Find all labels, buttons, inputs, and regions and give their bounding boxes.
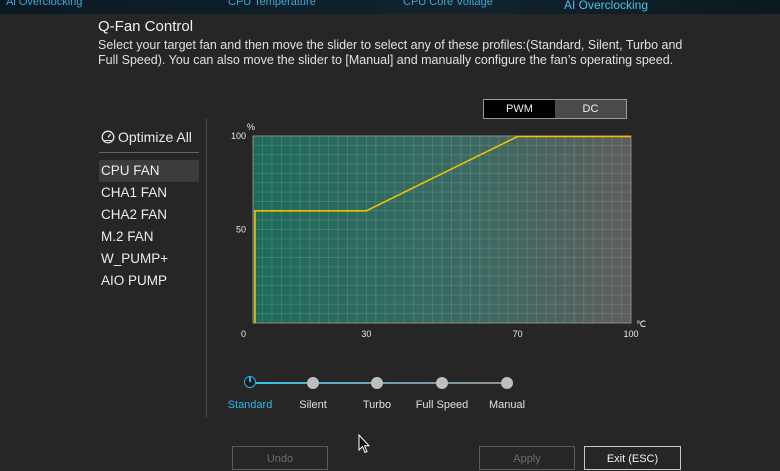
slider-knob-silent[interactable] [307,377,319,389]
slider-knob-standard[interactable] [244,376,256,388]
exit-button[interactable]: Exit (ESC) [584,446,681,470]
slider-knob-manual[interactable] [501,377,513,389]
slider-knob-full-speed[interactable] [436,377,448,389]
chart-grid [253,136,631,323]
slider-label-full-speed[interactable]: Full Speed [416,399,469,411]
slider-label-silent[interactable]: Silent [299,399,327,411]
slider-label-standard[interactable]: Standard [228,399,273,411]
slider-knob-turbo[interactable] [371,377,383,389]
y-tick-label: 100 [231,131,246,141]
x-unit-label: ℃ [636,319,646,329]
undo-button[interactable]: Undo [232,446,328,470]
slider-label-manual[interactable]: Manual [489,399,525,411]
slider-label-turbo[interactable]: Turbo [363,399,391,411]
origin-tick-label: 0 [241,329,246,339]
y-tick-label: 50 [236,225,246,235]
y-unit-label: % [247,122,255,132]
mouse-cursor-icon [358,434,370,454]
apply-button[interactable]: Apply [479,446,575,470]
x-tick-label: 100 [623,329,638,339]
x-tick-label: 70 [513,329,523,339]
x-tick-label: 30 [361,329,371,339]
